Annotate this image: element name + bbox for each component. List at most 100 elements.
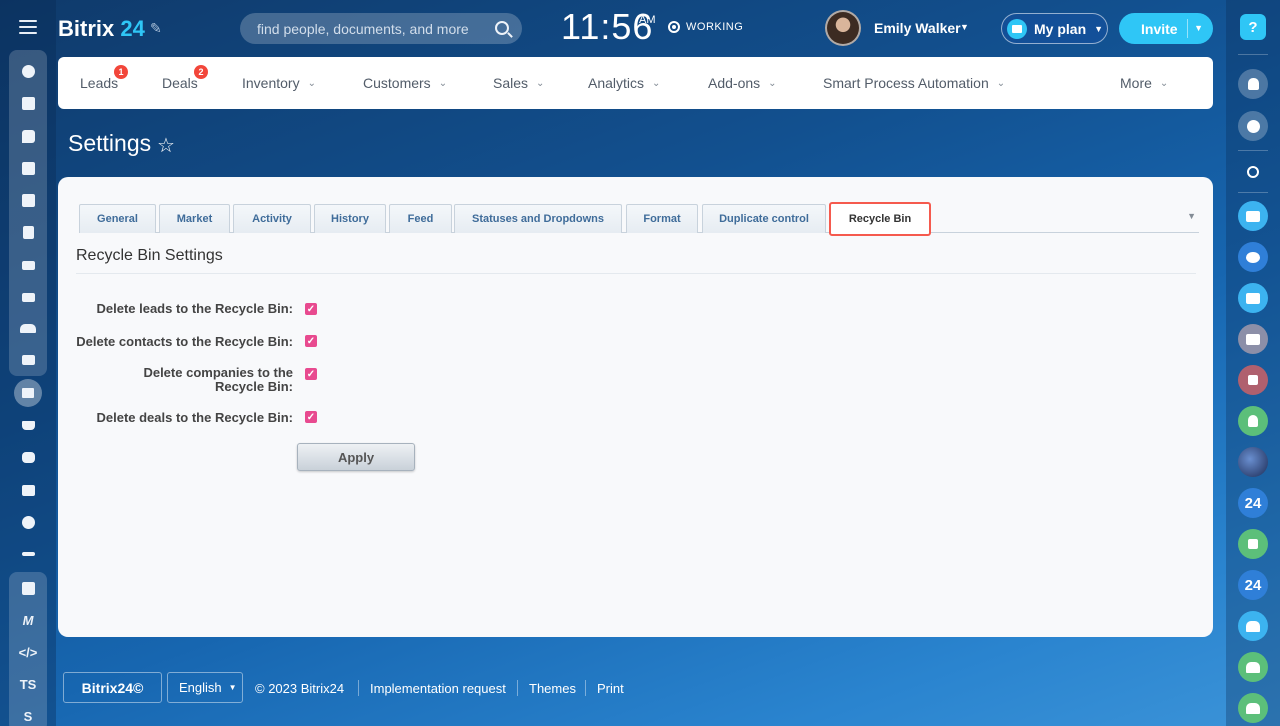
nav-item-sales[interactable]: Sales ⌄: [493, 57, 544, 109]
clock-ampm: AM: [639, 14, 656, 26]
bank-icon[interactable]: [0, 476, 56, 504]
developer-icon[interactable]: </>: [0, 638, 56, 666]
avatar[interactable]: [825, 10, 861, 46]
divider: [1238, 192, 1268, 193]
sidebar-item-ts[interactable]: TS: [0, 670, 56, 698]
footer-print-link[interactable]: Print: [597, 681, 624, 696]
nav-item-customers[interactable]: Customers ⌄: [363, 57, 447, 109]
work-status-label: WORKING: [686, 21, 744, 33]
footer-implementation-link[interactable]: Implementation request: [370, 681, 506, 696]
checkbox-contacts[interactable]: ✓: [305, 335, 317, 347]
clock-time[interactable]: 11:56: [561, 6, 653, 48]
activity-stream-icon[interactable]: [0, 57, 56, 85]
search-input[interactable]: find people, documents, and more: [257, 21, 469, 37]
group-chat-icon[interactable]: [1238, 242, 1268, 272]
checkbox-leads[interactable]: ✓: [305, 303, 317, 315]
avatar[interactable]: [1238, 447, 1268, 477]
group-icon[interactable]: [1238, 652, 1268, 682]
tab-history[interactable]: History: [314, 204, 386, 233]
chevron-down-icon: ⌄: [536, 77, 545, 89]
cube-icon[interactable]: [0, 574, 56, 602]
crm-top-menu: Leads 1 Deals 2 Inventory ⌄ Customers ⌄ Sa…: [58, 57, 1213, 109]
lock-icon[interactable]: [1238, 365, 1268, 395]
chevron-down-icon: ⌄: [438, 77, 448, 89]
search-icon[interactable]: [495, 21, 509, 35]
nav-item-label: Customers: [363, 75, 431, 91]
bitrix24-chat-icon[interactable]: 24: [1238, 488, 1268, 518]
global-search[interactable]: find people, documents, and more: [240, 13, 522, 44]
nav-item-label: Inventory: [242, 75, 300, 91]
market-icon[interactable]: M: [0, 606, 56, 634]
bitrix24-badge-label: 24: [1244, 494, 1262, 512]
contact-card-icon[interactable]: [1238, 201, 1268, 231]
document-icon[interactable]: [0, 218, 56, 246]
signature-icon[interactable]: [0, 540, 56, 568]
checklist-icon[interactable]: [0, 154, 56, 182]
user-name[interactable]: Emily Walker: [874, 20, 961, 36]
nav-item-deals[interactable]: Deals: [162, 57, 198, 109]
cart-icon[interactable]: [0, 411, 56, 439]
footer-themes-link[interactable]: Themes: [529, 681, 576, 696]
star-icon[interactable]: ☆: [157, 133, 175, 158]
nav-item-add-ons[interactable]: Add-ons ⌄: [708, 57, 777, 109]
crm-funnel-icon[interactable]: [0, 379, 56, 407]
nav-item-smart-process-automation[interactable]: Smart Process Automation ⌄: [823, 57, 1005, 109]
tab-recycle-bin[interactable]: Recycle Bin: [829, 202, 931, 236]
apply-button[interactable]: Apply: [297, 443, 415, 471]
language-label: English: [179, 680, 222, 695]
tab-format[interactable]: Format: [626, 204, 698, 233]
calendar-icon[interactable]: [0, 186, 56, 214]
option-label-contacts: Delete contacts to the Recycle Bin:: [76, 334, 293, 349]
nav-item-inventory[interactable]: Inventory ⌄: [242, 57, 316, 109]
tab-general[interactable]: General: [79, 204, 156, 233]
search-icon[interactable]: [1238, 157, 1268, 187]
tab-activity[interactable]: Activity: [233, 204, 311, 233]
contact-card-icon[interactable]: [0, 346, 56, 374]
nav-item-more[interactable]: More ⌄: [1120, 57, 1168, 109]
logo-number: 24: [120, 16, 145, 41]
checkbox-deals[interactable]: ✓: [305, 411, 317, 423]
nav-item-label: Add-ons: [708, 75, 761, 91]
footer-logo-button[interactable]: Bitrix24©: [63, 672, 162, 703]
nav-item-label: More: [1120, 75, 1152, 91]
pencil-icon[interactable]: ✎: [150, 20, 162, 37]
user-icon[interactable]: [1238, 406, 1268, 436]
chevron-down-icon: ▼: [1094, 23, 1104, 34]
chevron-down-icon[interactable]: ▼: [960, 22, 969, 32]
tab-feed[interactable]: Feed: [389, 204, 452, 233]
language-select[interactable]: English ▼: [167, 672, 243, 703]
calendar-icon[interactable]: [1238, 283, 1268, 313]
bitrix24-chat-icon[interactable]: 24: [1238, 570, 1268, 600]
app-logo[interactable]: Bitrix 24: [58, 16, 145, 42]
invite-button[interactable]: Invite ▼: [1119, 13, 1213, 44]
checkbox-companies[interactable]: ✓: [305, 368, 317, 380]
my-plan-button[interactable]: My plan ▼: [1001, 13, 1108, 44]
contact-card-icon[interactable]: [1238, 324, 1268, 354]
mail-icon[interactable]: [0, 283, 56, 311]
tasks-icon[interactable]: [0, 89, 56, 117]
tab-duplicate-control[interactable]: Duplicate control: [702, 204, 826, 233]
tab-statuses-and-dropdowns[interactable]: Statuses and Dropdowns: [454, 204, 622, 233]
bitrix24-badge-label: 24: [1244, 576, 1262, 594]
chevron-down-icon[interactable]: ▼: [1187, 211, 1196, 221]
drive-icon[interactable]: [0, 251, 56, 279]
help-button[interactable]: ?: [1240, 14, 1266, 40]
menu-icon[interactable]: [19, 20, 37, 34]
lock-icon[interactable]: [1238, 529, 1268, 559]
target-icon[interactable]: [0, 508, 56, 536]
notification-badge: 1: [114, 65, 128, 79]
tab-market[interactable]: Market: [159, 204, 230, 233]
bell-icon[interactable]: [1238, 69, 1268, 99]
nav-item-leads[interactable]: Leads: [80, 57, 118, 109]
chat-bubble-icon[interactable]: [1238, 111, 1268, 141]
group-icon[interactable]: [1238, 693, 1268, 723]
chat-icon[interactable]: [0, 122, 56, 150]
group-icon[interactable]: [1238, 611, 1268, 641]
nav-item-analytics[interactable]: Analytics ⌄: [588, 57, 660, 109]
chevron-down-icon[interactable]: ▼: [1194, 23, 1203, 33]
sidebar-item-s[interactable]: S: [0, 702, 56, 726]
chevron-down-icon: ⌄: [1159, 77, 1169, 89]
robot-icon[interactable]: [0, 443, 56, 471]
people-icon[interactable]: [0, 314, 56, 342]
work-status[interactable]: WORKING: [668, 21, 743, 33]
